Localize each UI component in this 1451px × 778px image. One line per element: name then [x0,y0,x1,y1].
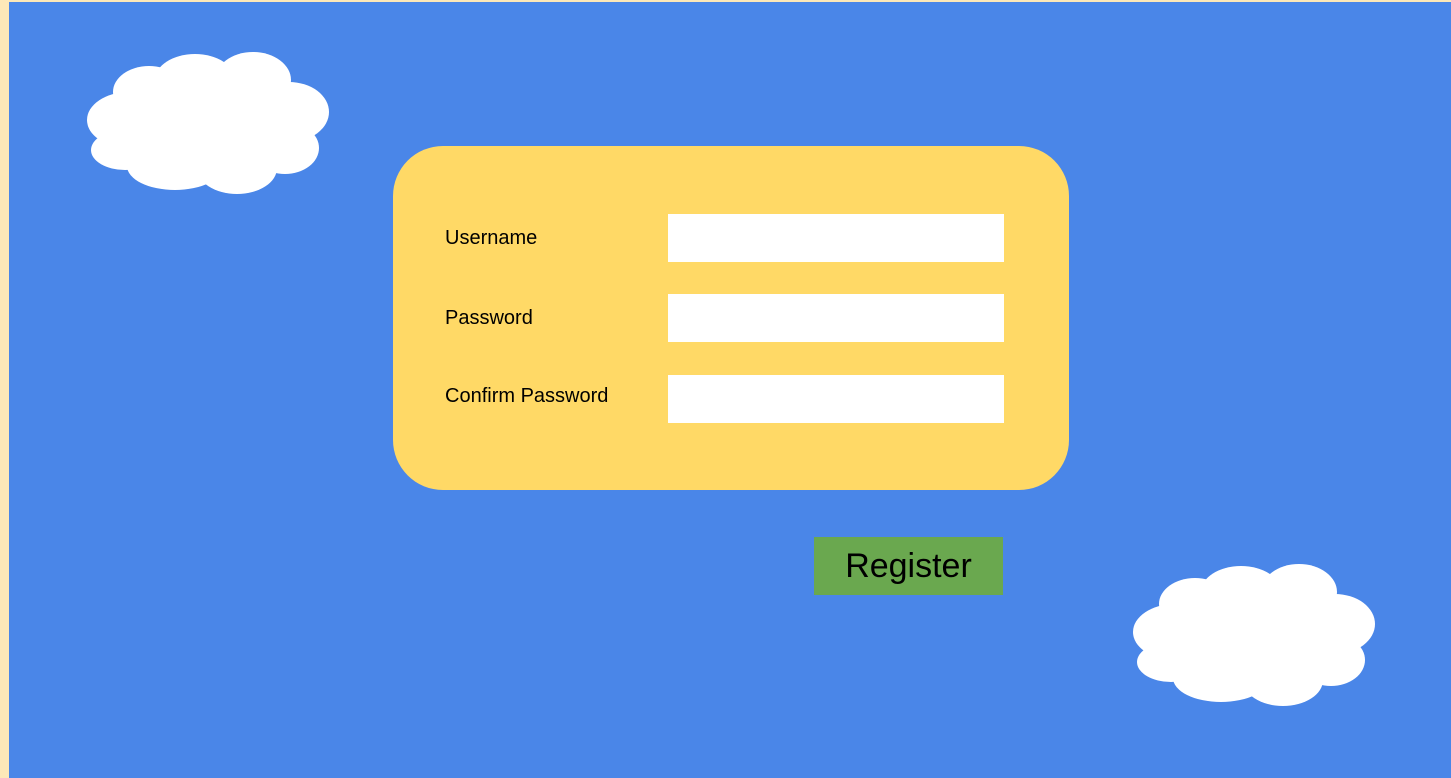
username-input[interactable] [668,214,1004,262]
cloud-icon [87,52,329,194]
password-label: Password [445,307,533,329]
confirm-password-label: Confirm Password [445,385,609,407]
password-input[interactable] [668,294,1004,342]
username-label: Username [445,227,538,249]
registration-form-card: Username Password Confirm Password [393,146,1069,490]
cloud-icon [1133,564,1375,706]
register-button[interactable]: Register [814,537,1003,595]
confirm-password-input[interactable] [668,375,1004,423]
